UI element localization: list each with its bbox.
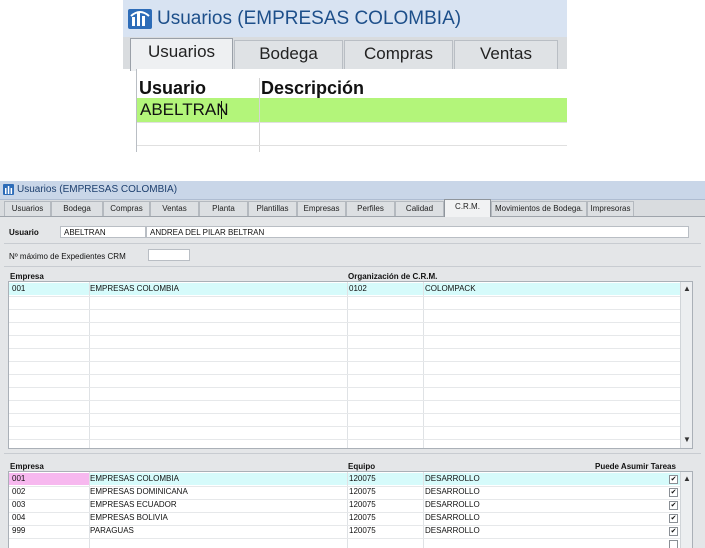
tab-calidad[interactable]: Calidad	[395, 201, 444, 216]
puede-asumir-checkbox-empty[interactable]	[669, 540, 678, 548]
grid2-header-equipo: Equipo	[348, 462, 376, 471]
puede-asumir-checkbox[interactable]: ✔	[669, 501, 678, 510]
company-team-grid[interactable]: 001 EMPRESAS COLOMBIA 120075 DESARROLLO …	[8, 471, 693, 548]
grid2-cell-team-code[interactable]: 120075	[349, 513, 376, 522]
divider	[4, 453, 701, 454]
usuario-name-field: ANDREA DEL PILAR BELTRAN	[146, 226, 689, 238]
row-divider	[9, 426, 680, 427]
grid2-cell-team-name[interactable]: DESARROLLO	[425, 513, 480, 522]
grid2-cell-code[interactable]: 999	[12, 526, 25, 535]
main-window: Usuarios (EMPRESAS COLOMBIA) Usuarios Bo…	[0, 181, 705, 548]
tab-impresoras[interactable]: Impresoras	[587, 201, 634, 216]
zoom-row-divider	[137, 145, 567, 146]
row-divider	[9, 538, 680, 539]
tab-plantillas[interactable]: Plantillas	[248, 201, 297, 216]
zoom-tab-compras[interactable]: Compras	[344, 40, 453, 69]
grid2-header-puede-asumir: Puede Asumir Tareas	[595, 462, 676, 471]
grid2-scrollbar[interactable]: ▲	[680, 472, 692, 548]
grid2-cell-code[interactable]: 003	[12, 500, 25, 509]
tab-empresas[interactable]: Empresas	[297, 201, 346, 216]
tab-perfiles[interactable]: Perfiles	[346, 201, 395, 216]
tab-compras[interactable]: Compras	[103, 201, 150, 216]
scroll-up-icon[interactable]: ▲	[683, 284, 691, 293]
puede-asumir-checkbox[interactable]: ✔	[669, 488, 678, 497]
zoom-tab-bodega[interactable]: Bodega	[234, 40, 343, 69]
grid1-cell-org-name[interactable]: COLOMPACK	[425, 284, 476, 293]
usuario-code-field[interactable]: ABELTRAN	[60, 226, 146, 238]
zoom-tab-ventas[interactable]: Ventas	[454, 40, 558, 69]
app-icon	[3, 184, 14, 195]
window-title-bar: Usuarios (EMPRESAS COLOMBIA)	[0, 181, 705, 200]
app-icon	[128, 9, 152, 29]
grid2-cell-team-name[interactable]: DESARROLLO	[425, 474, 480, 483]
grid2-cell-team-name[interactable]: DESARROLLO	[425, 526, 480, 535]
row-divider	[9, 413, 680, 414]
grid2-cell-team-name[interactable]: DESARROLLO	[425, 487, 480, 496]
grid2-cell-team-code[interactable]: 120075	[349, 487, 376, 496]
row-divider	[9, 296, 680, 297]
column-divider	[89, 282, 90, 448]
scroll-down-icon[interactable]: ▼	[683, 435, 691, 444]
grid2-cell-name[interactable]: EMPRESAS DOMINICANA	[90, 487, 188, 496]
zoom-header-usuario: Usuario	[139, 78, 207, 98]
scroll-up-icon[interactable]: ▲	[683, 474, 691, 483]
zoomed-detail-panel: Usuarios (EMPRESAS COLOMBIA) Usuarios Bo…	[123, 0, 567, 152]
zoom-column-divider	[259, 78, 260, 152]
zoom-row-divider	[137, 122, 567, 123]
tab-planta[interactable]: Planta	[199, 201, 248, 216]
zoom-tab-usuarios[interactable]: Usuarios	[130, 38, 233, 71]
tab-ventas[interactable]: Ventas	[150, 201, 199, 216]
column-divider	[89, 472, 90, 548]
grid2-cell-name[interactable]: EMPRESAS BOLIVIA	[90, 513, 168, 522]
max-expedientes-label: Nº máximo de Expedientes CRM	[9, 252, 126, 261]
divider	[4, 266, 701, 267]
puede-asumir-checkbox[interactable]: ✔	[669, 527, 678, 536]
tab-bodega[interactable]: Bodega	[51, 201, 103, 216]
row-divider	[9, 335, 680, 336]
tab-crm[interactable]: C.R.M.	[444, 199, 491, 217]
row-divider	[9, 374, 680, 375]
crm-organization-grid[interactable]: 001 EMPRESAS COLOMBIA 0102 COLOMPACK ▲ ▼	[8, 281, 693, 449]
text-cursor	[221, 101, 222, 119]
window-title: Usuarios (EMPRESAS COLOMBIA)	[17, 184, 178, 195]
grid2-cell-team-name[interactable]: DESARROLLO	[425, 500, 480, 509]
row-divider	[9, 322, 680, 323]
grid1-header-empresa: Empresa	[10, 272, 44, 281]
grid1-cell-org-code[interactable]: 0102	[349, 284, 367, 293]
grid2-header-empresa: Empresa	[10, 462, 44, 471]
tab-movimientos-de-bodega[interactable]: Movimientos de Bodega.	[491, 201, 587, 216]
grid2-cell-name[interactable]: PARAGUAS	[90, 526, 134, 535]
row-divider	[9, 387, 680, 388]
column-divider	[347, 472, 348, 548]
grid1-cell-name[interactable]: EMPRESAS COLOMBIA	[90, 284, 179, 293]
grid2-cell-code[interactable]: 002	[12, 487, 25, 496]
row-divider	[9, 400, 680, 401]
column-divider	[423, 282, 424, 448]
row-divider	[9, 309, 680, 310]
zoom-usuario-cell[interactable]: ABELTRAN	[140, 100, 229, 120]
row-divider	[9, 361, 680, 362]
tab-usuarios[interactable]: Usuarios	[4, 201, 51, 216]
puede-asumir-checkbox[interactable]: ✔	[669, 475, 678, 484]
zoom-window-title: Usuarios (EMPRESAS COLOMBIA)	[157, 8, 462, 29]
column-divider	[423, 472, 424, 548]
zoom-header-descripcion: Descripción	[261, 78, 365, 98]
grid2-cell-team-code[interactable]: 120075	[349, 474, 376, 483]
divider	[4, 243, 701, 244]
row-divider	[9, 348, 680, 349]
puede-asumir-checkbox[interactable]: ✔	[669, 514, 678, 523]
grid2-cell-team-code[interactable]: 120075	[349, 500, 376, 509]
column-divider	[347, 282, 348, 448]
grid2-cell-team-code[interactable]: 120075	[349, 526, 376, 535]
grid2-cell-name[interactable]: EMPRESAS COLOMBIA	[90, 474, 179, 483]
grid2-cell-code[interactable]: 001	[12, 474, 25, 483]
grid2-cell-code[interactable]: 004	[12, 513, 25, 522]
usuario-label: Usuario	[9, 228, 39, 237]
grid1-header-organizacion: Organización de C.R.M.	[348, 272, 438, 281]
max-expedientes-field[interactable]	[148, 249, 190, 261]
grid1-scrollbar[interactable]: ▲ ▼	[680, 282, 692, 448]
grid1-cell-code[interactable]: 001	[12, 284, 25, 293]
grid2-cell-name[interactable]: EMPRESAS ECUADOR	[90, 500, 177, 509]
row-divider	[9, 439, 680, 440]
